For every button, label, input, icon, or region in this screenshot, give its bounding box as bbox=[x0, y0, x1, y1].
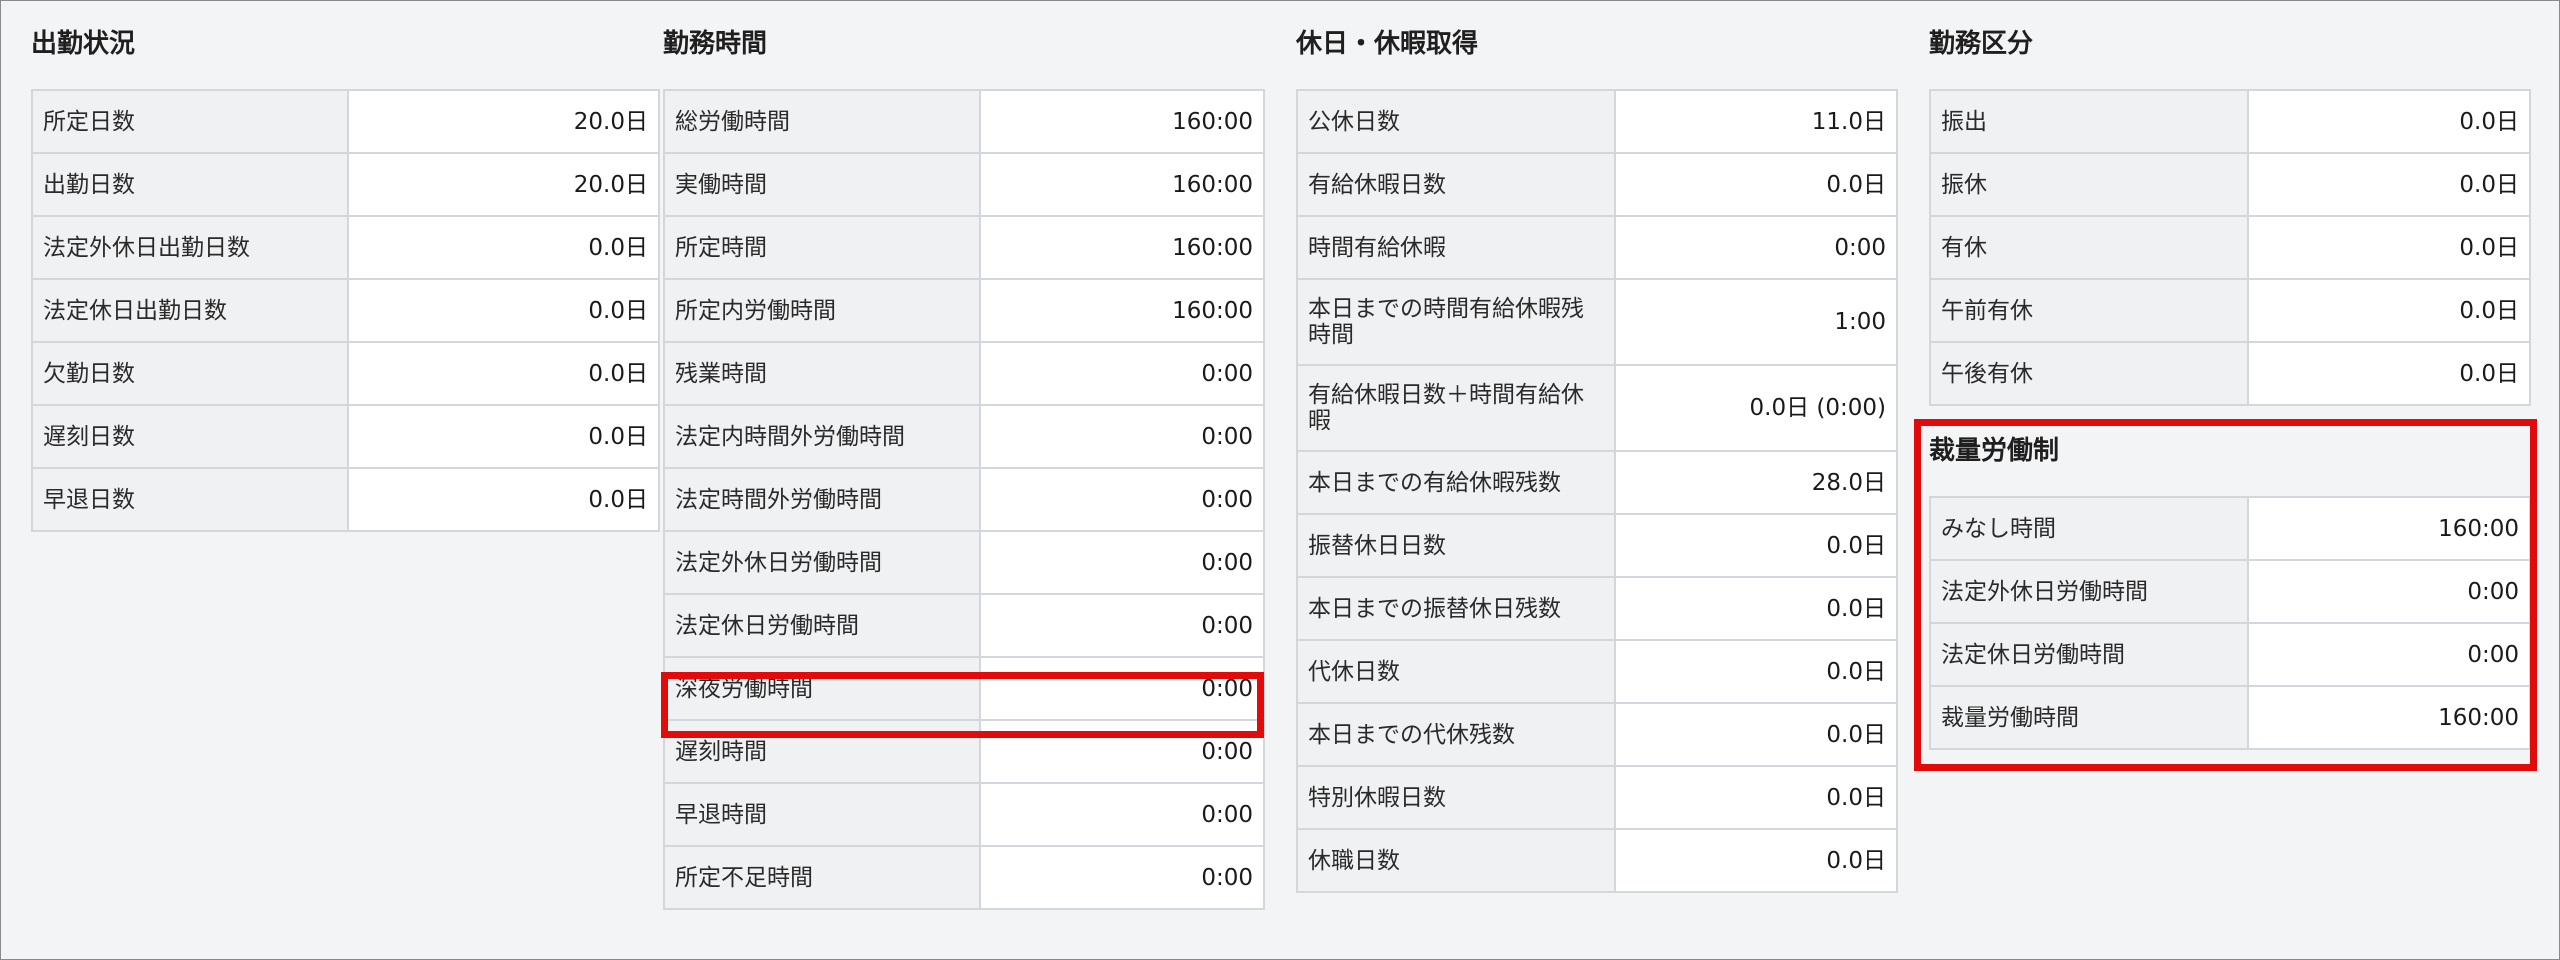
table-row: 午後有休 0.0日 bbox=[1929, 341, 2531, 406]
table-row: 本日までの有給休暇残数 28.0日 bbox=[1296, 450, 1898, 515]
table-row: 残業時間 0:00 bbox=[663, 341, 1265, 406]
table-row: 振替休日日数 0.0日 bbox=[1296, 513, 1898, 578]
table-row: 振休 0.0日 bbox=[1929, 152, 2531, 217]
table-row: 法定休日労働時間 0:00 bbox=[663, 593, 1265, 658]
table-row: 法定休日労働時間 0:00 bbox=[1929, 622, 2531, 687]
table-row: 公休日数 11.0日 bbox=[1296, 89, 1898, 154]
table-row: 時間有給休暇 0:00 bbox=[1296, 215, 1898, 280]
table-row: 法定休日出勤日数 0.0日 bbox=[31, 278, 660, 343]
work-hours-title: 勤務時間 bbox=[663, 29, 768, 59]
leave-table: 公休日数 11.0日 有給休暇日数 0.0日 時間有給休暇 0:00 本日までの時間有… bbox=[1296, 89, 1898, 893]
table-row: 法定外休日労働時間 0:00 bbox=[1929, 559, 2531, 624]
table-row: 所定日数 20.0日 bbox=[31, 89, 660, 154]
table-row: 本日までの時間有給休暇残時間 1:00 bbox=[1296, 278, 1898, 366]
attendance-section: 出勤状況 所定日数 20.0日 出勤日数 20.0日 法定外休日出勤日数 0.0日 法… bbox=[31, 29, 660, 532]
work-hours-table: 総労働時間 160:00 実働時間 160:00 所定時間 160:00 所定内労働時… bbox=[663, 89, 1265, 910]
table-row: 有給休暇日数＋時間有給休暇 0.0日 (0:00) bbox=[1296, 364, 1898, 452]
work-category-title: 勤務区分 bbox=[1929, 29, 2034, 59]
leave-section: 休日・休暇取得 公休日数 11.0日 有給休暇日数 0.0日 時間有給休暇 0:00 … bbox=[1296, 29, 1898, 893]
table-row: 欠勤日数 0.0日 bbox=[31, 341, 660, 406]
table-row: 遅刻日数 0.0日 bbox=[31, 404, 660, 469]
table-row: 実働時間 160:00 bbox=[663, 152, 1265, 217]
table-row: 早退日数 0.0日 bbox=[31, 467, 660, 532]
table-row: 法定外休日労働時間 0:00 bbox=[663, 530, 1265, 595]
table-row: 遅刻時間 0:00 bbox=[663, 719, 1265, 784]
table-row: 振出 0.0日 bbox=[1929, 89, 2531, 154]
table-row: 総労働時間 160:00 bbox=[663, 89, 1265, 154]
attendance-table: 所定日数 20.0日 出勤日数 20.0日 法定外休日出勤日数 0.0日 法定休日出勤… bbox=[31, 89, 660, 532]
table-row: 裁量労働時間 160:00 bbox=[1929, 685, 2531, 750]
summary-panel: 出勤状況 所定日数 20.0日 出勤日数 20.0日 法定外休日出勤日数 0.0日 法… bbox=[0, 0, 2560, 960]
work-hours-section: 勤務時間 総労働時間 160:00 実働時間 160:00 所定時間 160:00 所… bbox=[663, 29, 1265, 910]
table-row: 法定時間外労働時間 0:00 bbox=[663, 467, 1265, 532]
table-row: 本日までの振替休日残数 0.0日 bbox=[1296, 576, 1898, 641]
table-row: 所定内労働時間 160:00 bbox=[663, 278, 1265, 343]
discretionary-title: 裁量労働制 bbox=[1929, 436, 2060, 466]
leave-title: 休日・休暇取得 bbox=[1296, 29, 1479, 59]
table-row: 法定内時間外労働時間 0:00 bbox=[663, 404, 1265, 469]
table-row-highlighted: 深夜労働時間 0:00 bbox=[663, 656, 1265, 721]
attendance-title: 出勤状況 bbox=[31, 29, 136, 59]
table-row: 有休 0.0日 bbox=[1929, 215, 2531, 280]
work-category-table: 振出 0.0日 振休 0.0日 有休 0.0日 午前有休 0.0日 午後有休 0.0日 bbox=[1929, 89, 2531, 406]
table-row: 法定外休日出勤日数 0.0日 bbox=[31, 215, 660, 280]
table-row: 休職日数 0.0日 bbox=[1296, 828, 1898, 893]
table-row: 特別休暇日数 0.0日 bbox=[1296, 765, 1898, 830]
table-row: 有給休暇日数 0.0日 bbox=[1296, 152, 1898, 217]
table-row: みなし時間 160:00 bbox=[1929, 496, 2531, 561]
work-category-section: 勤務区分 振出 0.0日 振休 0.0日 有休 0.0日 午前有休 0.0日 午後有休 0… bbox=[1929, 29, 2531, 406]
table-row: 所定不足時間 0:00 bbox=[663, 845, 1265, 910]
table-row: 出勤日数 20.0日 bbox=[31, 152, 660, 217]
discretionary-table: みなし時間 160:00 法定外休日労働時間 0:00 法定休日労働時間 0:00 裁… bbox=[1929, 496, 2531, 750]
table-row: 早退時間 0:00 bbox=[663, 782, 1265, 847]
discretionary-section: 裁量労働制 みなし時間 160:00 法定外休日労働時間 0:00 法定休日労働時間… bbox=[1929, 436, 2531, 750]
table-row: 代休日数 0.0日 bbox=[1296, 639, 1898, 704]
table-row: 午前有休 0.0日 bbox=[1929, 278, 2531, 343]
table-row: 所定時間 160:00 bbox=[663, 215, 1265, 280]
table-row: 本日までの代休残数 0.0日 bbox=[1296, 702, 1898, 767]
